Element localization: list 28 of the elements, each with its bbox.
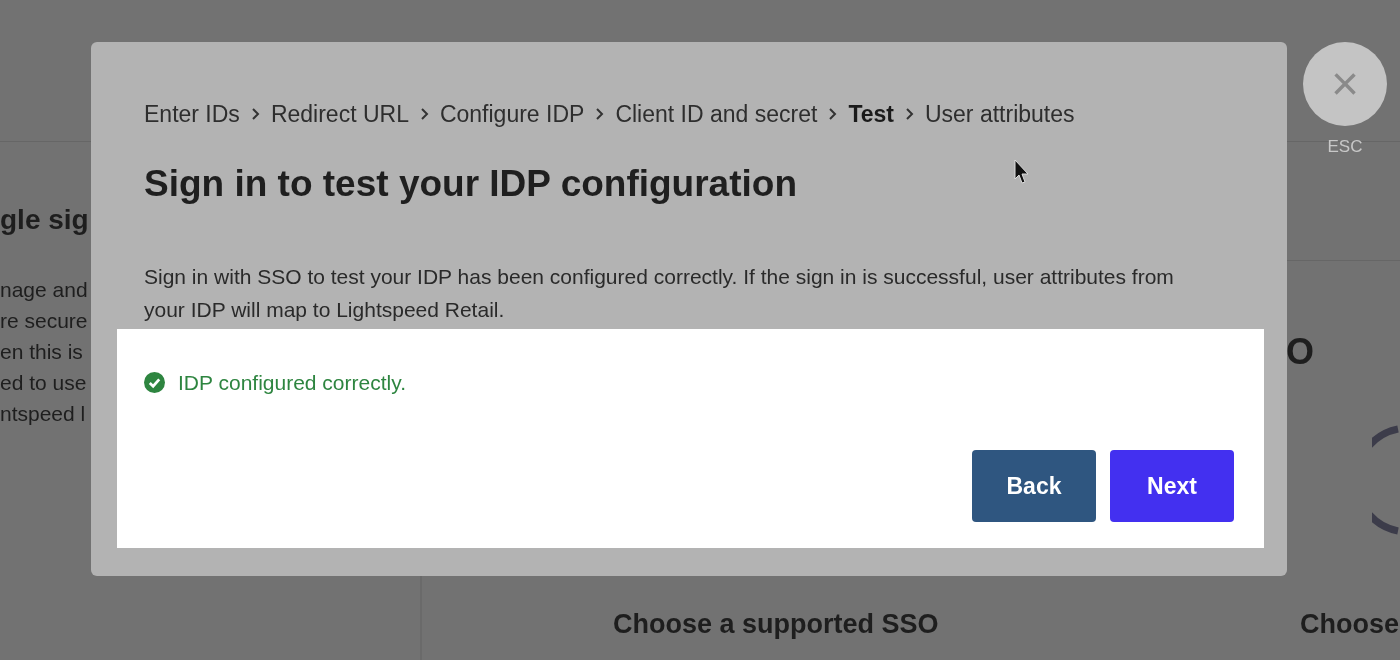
breadcrumb-step: Enter IDs xyxy=(144,97,240,132)
shortcut-label: ESC xyxy=(1327,136,1363,158)
body-text: en this is xyxy=(0,339,84,365)
card-title: Choose a supported SSO xyxy=(613,608,939,641)
body-text: re secure xyxy=(0,308,89,334)
breadcrumb-step: Configure IDP xyxy=(439,97,585,132)
card-title: Choose xyxy=(1300,608,1399,641)
breadcrumb-step: User attributes xyxy=(924,97,1075,132)
breadcrumb-step: Redirect URL xyxy=(270,97,409,132)
section-heading: gle sig xyxy=(0,203,89,237)
body-text: ed to use xyxy=(0,370,88,396)
body-text: nage and xyxy=(0,277,89,303)
status-message: IDP configured correctly. xyxy=(178,370,406,396)
chevron-icon xyxy=(595,107,605,122)
chevron-icon xyxy=(904,107,914,122)
dialog-title: Sign in to test your IDP configuration xyxy=(144,162,797,206)
check-circle-icon xyxy=(144,372,165,394)
chevron-icon xyxy=(250,107,260,122)
description-text: Sign in with SSO to test your IDP has been configured correctly. If the sign in is successful, user attributes from your IDP will map to Lightspeed Retail. xyxy=(144,264,1175,323)
breadcrumb-step: Client ID and secret xyxy=(615,97,818,132)
breadcrumb-step: Test xyxy=(848,97,894,132)
chevron-icon xyxy=(828,107,838,122)
section-heading: O xyxy=(1286,330,1314,374)
chevron-icon xyxy=(419,107,429,122)
next-button[interactable]: Next xyxy=(1110,450,1234,522)
body-text: ntspeed l xyxy=(0,401,87,427)
cursor-icon xyxy=(1014,159,1030,185)
back-button[interactable]: Back xyxy=(972,450,1096,522)
